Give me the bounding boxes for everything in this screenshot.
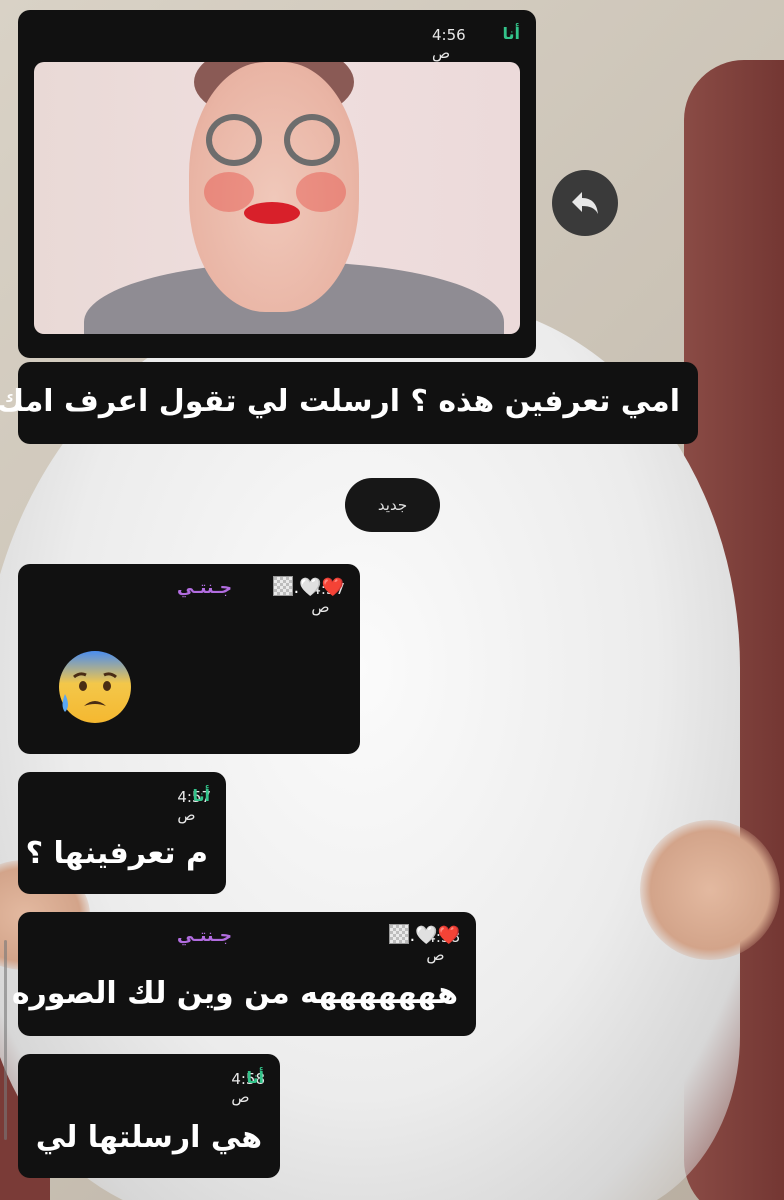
message-bubble-incoming[interactable]: 4:57 ص .🤍❤️ جـنتـي (18, 564, 360, 754)
message-bubble-caption[interactable]: امي تعرفين هذه ؟ ارسلت لي تقول اعرف امك (0, 362, 698, 444)
sender-name-other: جـنتـي (177, 578, 232, 598)
sender-name-other: جـنتـي (177, 926, 232, 946)
message-bubble-image[interactable]: 4:56 ص أنا (18, 10, 536, 358)
new-messages-divider: جديد (345, 478, 440, 532)
reply-button[interactable] (552, 170, 618, 236)
message-text: م تعرفينها ؟ (25, 836, 208, 871)
checkbox-emoji-icon (389, 924, 410, 944)
anxious-face-with-sweat-icon (59, 651, 131, 723)
message-text: هي ارسلتها لي (35, 1120, 262, 1155)
shared-photo[interactable] (34, 62, 520, 334)
checkbox-emoji-icon (273, 576, 294, 596)
reply-arrow-icon (572, 192, 598, 214)
sender-name-me: أنا (192, 786, 211, 805)
message-text: امي تعرفين هذه ؟ ارسلت لي تقول اعرف امك (0, 384, 680, 419)
scrollbar[interactable] (4, 940, 7, 1140)
sender-name-me: أنا (502, 24, 521, 43)
message-bubble-outgoing[interactable]: 4:58 ص أنا هي ارسلتها لي (18, 1054, 280, 1178)
name-decoration: .🤍❤️ (389, 924, 460, 946)
sender-name-me: أنا (246, 1068, 265, 1087)
message-bubble-outgoing[interactable]: 4:57 ص أنا م تعرفينها ؟ (18, 772, 226, 894)
message-text: هههههههه من وين لك الصوره (11, 976, 458, 1011)
name-decoration: .🤍❤️ (273, 576, 344, 598)
message-bubble-incoming[interactable]: 4:58 ص .🤍❤️ جـنتـي هههههههه من وين لك ال… (12, 912, 476, 1036)
message-time: 4:56 ص (432, 26, 466, 62)
